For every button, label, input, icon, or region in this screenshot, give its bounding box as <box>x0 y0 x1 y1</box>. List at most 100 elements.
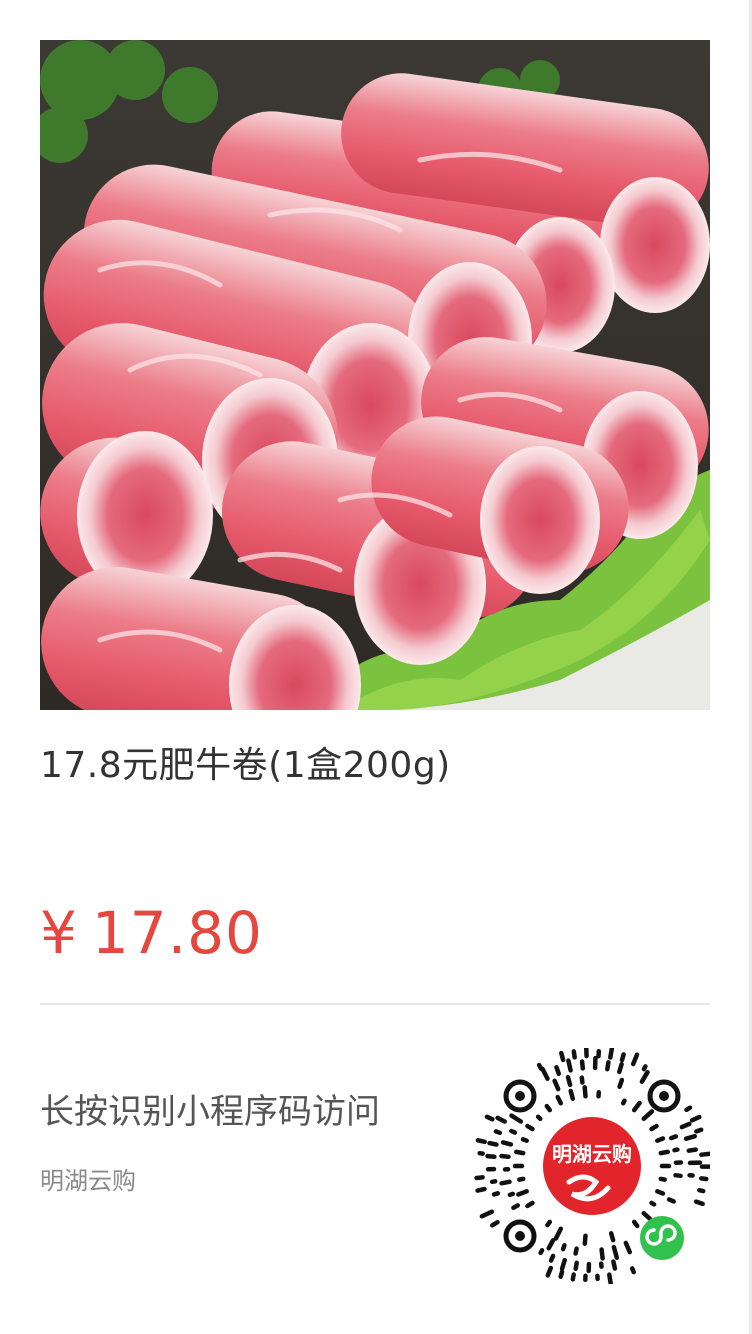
code-ray <box>511 1203 521 1211</box>
code-ray <box>475 1138 487 1145</box>
code-ray <box>516 1189 529 1197</box>
code-ray <box>599 1247 605 1261</box>
divider <box>40 1003 710 1005</box>
code-ray <box>672 1147 680 1153</box>
code-ray <box>493 1129 503 1136</box>
code-ray <box>499 1153 511 1160</box>
code-ray <box>566 1058 573 1073</box>
code-ray <box>525 1200 535 1209</box>
share-card: 17.8元肥牛卷(1盒200g) ¥17.80 长按识别小程序码访问 明湖云购 … <box>0 0 752 1334</box>
code-ray <box>509 1128 518 1135</box>
code-ray <box>475 1186 487 1193</box>
code-ray <box>553 1226 564 1241</box>
code-ray <box>500 1140 514 1147</box>
code-ray <box>679 1121 692 1130</box>
product-image <box>40 40 710 710</box>
code-ray <box>631 1100 642 1113</box>
shop-name: 明湖云购 <box>40 1167 136 1195</box>
code-ray <box>693 1199 705 1207</box>
code-ray <box>546 1238 556 1251</box>
code-ray <box>649 1200 657 1207</box>
price-currency: ¥ <box>40 899 78 967</box>
code-ray <box>552 1078 561 1092</box>
code-ray <box>641 1064 648 1072</box>
code-ray <box>570 1272 576 1282</box>
code-ray <box>474 1175 485 1181</box>
code-ray <box>608 1231 616 1243</box>
code-ray <box>545 1265 554 1278</box>
code-ray <box>548 1253 556 1263</box>
code-ray <box>559 1050 566 1063</box>
code-ray <box>689 1114 702 1123</box>
scan-instruction: 长按识别小程序码访问 <box>40 1092 380 1132</box>
code-ray <box>538 1248 545 1256</box>
code-ray <box>605 1060 611 1072</box>
code-ray <box>611 1259 618 1271</box>
code-ray <box>582 1233 588 1246</box>
code-ray <box>631 1219 640 1229</box>
code-ray <box>608 1048 615 1060</box>
code-ray <box>514 1149 526 1156</box>
wechat-mini-program-icon <box>640 1216 684 1260</box>
code-ray <box>630 1052 640 1067</box>
code-ray <box>555 1094 564 1106</box>
code-ray <box>655 1189 666 1196</box>
code-ray <box>620 1098 627 1106</box>
code-ray <box>619 1052 626 1063</box>
code-ray <box>607 1272 614 1284</box>
code-ray <box>611 1244 620 1260</box>
code-ray <box>641 1109 655 1122</box>
code-ray <box>499 1179 512 1186</box>
mini-program-code[interactable]: 明湖云购 <box>474 1048 710 1284</box>
code-ray <box>485 1153 497 1160</box>
code-ray <box>658 1149 670 1156</box>
code-ray <box>579 1075 585 1085</box>
code-ray <box>658 1176 667 1182</box>
code-ray <box>520 1137 529 1143</box>
code-ray <box>489 1179 498 1185</box>
code-ray <box>699 1151 710 1157</box>
code-ray <box>686 1147 698 1153</box>
code-ray <box>673 1172 683 1179</box>
code-ray <box>568 1088 576 1101</box>
code-ray <box>560 1243 567 1252</box>
code-ray <box>571 1049 577 1060</box>
code-ray <box>668 1134 679 1141</box>
code-label: 明湖云购 <box>552 1142 632 1166</box>
code-ray <box>697 1187 706 1194</box>
code-ray <box>694 1127 704 1134</box>
code-ray <box>558 1269 565 1279</box>
price-amount: 17.80 <box>91 899 263 967</box>
code-ray <box>554 1064 562 1077</box>
code-ray <box>507 1191 516 1198</box>
code-ray <box>666 1197 676 1204</box>
code-ray <box>579 1059 586 1071</box>
code-ray <box>684 1105 693 1113</box>
code-ray <box>545 1219 553 1228</box>
code-ray <box>573 1246 579 1256</box>
code-ray <box>491 1191 501 1197</box>
code-ray <box>536 1062 544 1071</box>
code-ray <box>623 1240 633 1255</box>
code-ray <box>683 1133 698 1141</box>
code-ray <box>629 1266 636 1275</box>
code-ray <box>649 1123 659 1132</box>
product-title: 17.8元肥牛卷(1盒200g) <box>40 745 451 786</box>
code-ray <box>617 1077 625 1089</box>
code-ray <box>484 1114 495 1122</box>
code-ray <box>525 1123 535 1132</box>
code-ray <box>655 1136 666 1143</box>
code-ray <box>540 1066 550 1081</box>
code-ray <box>495 1115 507 1124</box>
code-ray <box>517 1176 526 1182</box>
code-ray <box>641 1210 652 1221</box>
code-ray <box>639 1069 650 1084</box>
code-ray <box>479 1209 495 1219</box>
product-price: ¥17.80 <box>40 895 263 971</box>
beef-rolls-photo <box>40 40 710 710</box>
code-ray <box>490 1219 500 1228</box>
code-ray <box>509 1113 524 1124</box>
code-ray <box>559 1257 567 1271</box>
code-ray <box>582 1085 588 1099</box>
code-ray <box>535 1114 543 1122</box>
